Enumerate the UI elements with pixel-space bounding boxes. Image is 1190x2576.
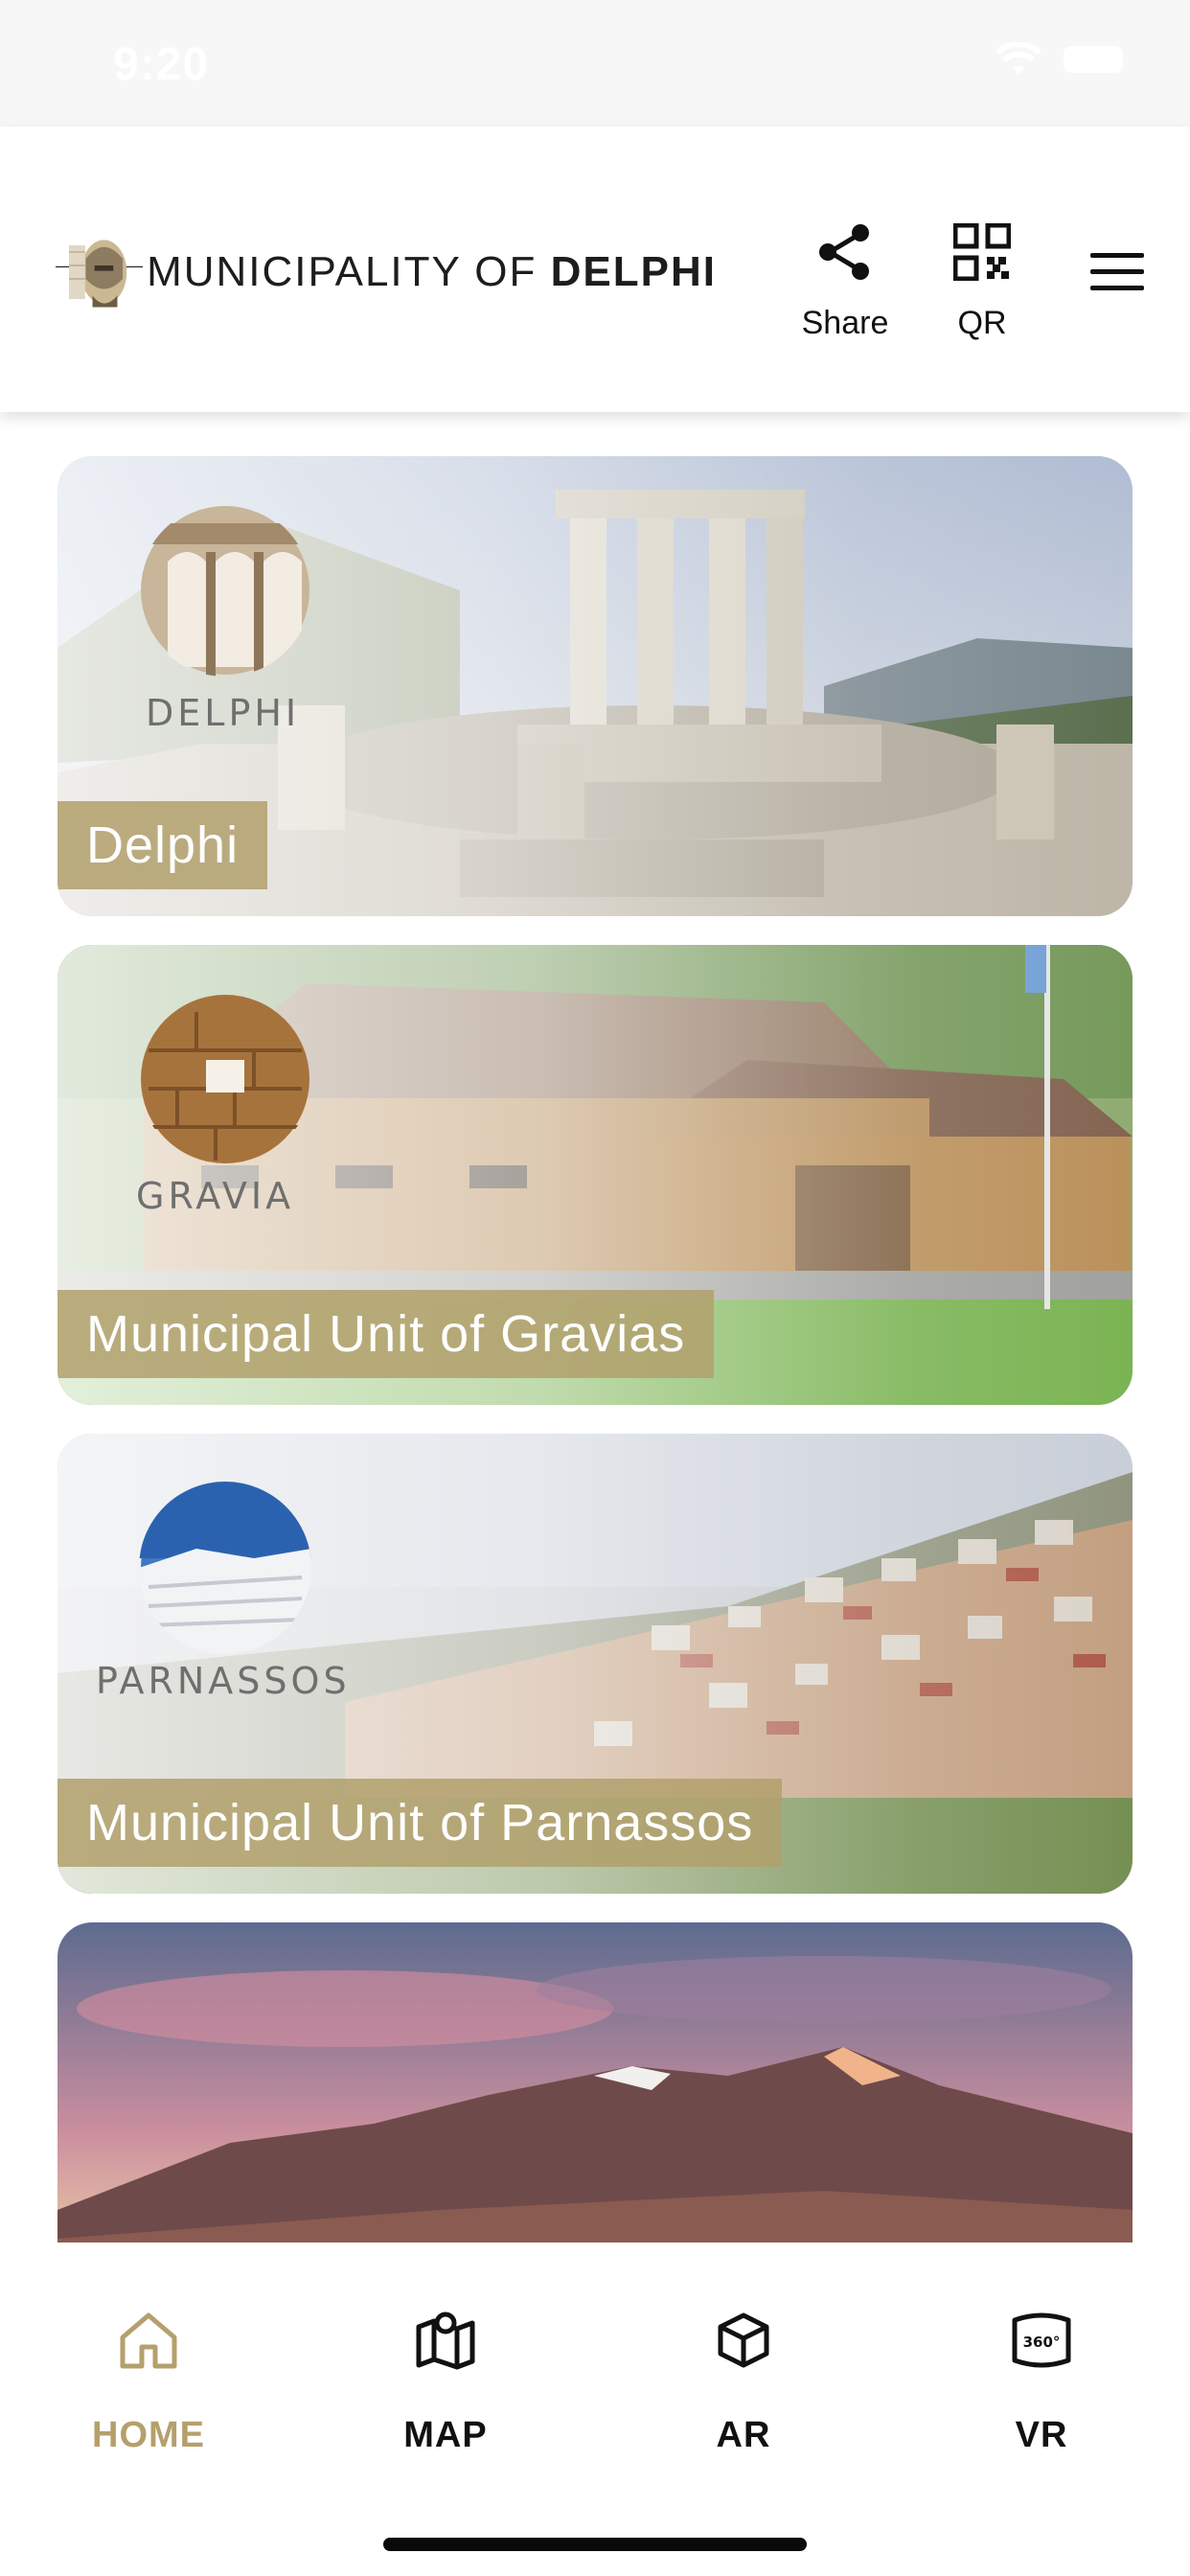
gravia-emblem-text: GRAVIA: [136, 1175, 295, 1217]
card-label-delphi: Delphi: [57, 801, 268, 889]
svg-text:360°: 360°: [1023, 2334, 1061, 2351]
app-header: MUNICIPALITY OF DELPHI Share QR: [0, 126, 1190, 412]
status-time: 9:20: [113, 39, 210, 90]
home-icon: [120, 2312, 177, 2369]
gravia-emblem-icon: [141, 995, 309, 1163]
nav-ar[interactable]: AR: [648, 2302, 839, 2456]
card-label-gravias: Municipal Unit of Gravias: [57, 1290, 715, 1378]
municipality-logo[interactable]: MUNICIPALITY OF DELPHI: [56, 215, 717, 330]
cube-icon: [718, 2312, 769, 2368]
wifi-icon: [995, 42, 1042, 75]
hamburger-menu-icon[interactable]: [1088, 249, 1146, 295]
logo-text-light: MUNICIPALITY OF: [147, 248, 551, 295]
home-indicator[interactable]: [383, 2538, 807, 2551]
battery-icon: [1064, 46, 1123, 73]
parnassos-emblem-icon: [139, 1482, 311, 1654]
nav-vr-label: VR: [1015, 2415, 1068, 2455]
delphi-emblem-text: DELPHI: [146, 692, 301, 734]
delphi-emblem-icon: [141, 506, 309, 677]
nav-home-label: HOME: [92, 2415, 205, 2455]
nav-map[interactable]: MAP: [350, 2302, 541, 2456]
bottom-nav: HOME MAP AR 360° VR: [0, 2242, 1190, 2576]
nav-vr[interactable]: 360° VR: [946, 2302, 1137, 2456]
share-icon: [819, 224, 869, 280]
card-label-parnassos: Municipal Unit of Parnassos: [57, 1779, 783, 1867]
card-delphi[interactable]: DELPHI Delphi: [57, 456, 1133, 916]
qr-code-icon: [953, 223, 1011, 281]
status-icons: [995, 42, 1123, 77]
parnassos-emblem-text: PARNASSOS: [96, 1660, 351, 1702]
map-icon: [416, 2312, 475, 2370]
nav-map-label: MAP: [403, 2415, 488, 2455]
card-parnassos[interactable]: PARNASSOS Municipal Unit of Parnassos: [57, 1434, 1133, 1894]
qr-label: QR: [957, 305, 1007, 341]
share-button[interactable]: Share: [778, 218, 912, 342]
nav-ar-label: AR: [716, 2415, 771, 2455]
logo-text: MUNICIPALITY OF DELPHI: [147, 248, 717, 296]
nav-home[interactable]: HOME: [53, 2302, 244, 2456]
vr-360-icon: 360°: [1012, 2312, 1071, 2368]
qr-button[interactable]: QR: [915, 218, 1049, 342]
share-label: Share: [801, 305, 889, 341]
card-gravias[interactable]: GRAVIA Municipal Unit of Gravias: [57, 945, 1133, 1405]
logo-emblem-icon: [56, 240, 144, 308]
status-bar: 9:20: [0, 0, 1190, 126]
logo-text-bold: DELPHI: [550, 248, 717, 295]
